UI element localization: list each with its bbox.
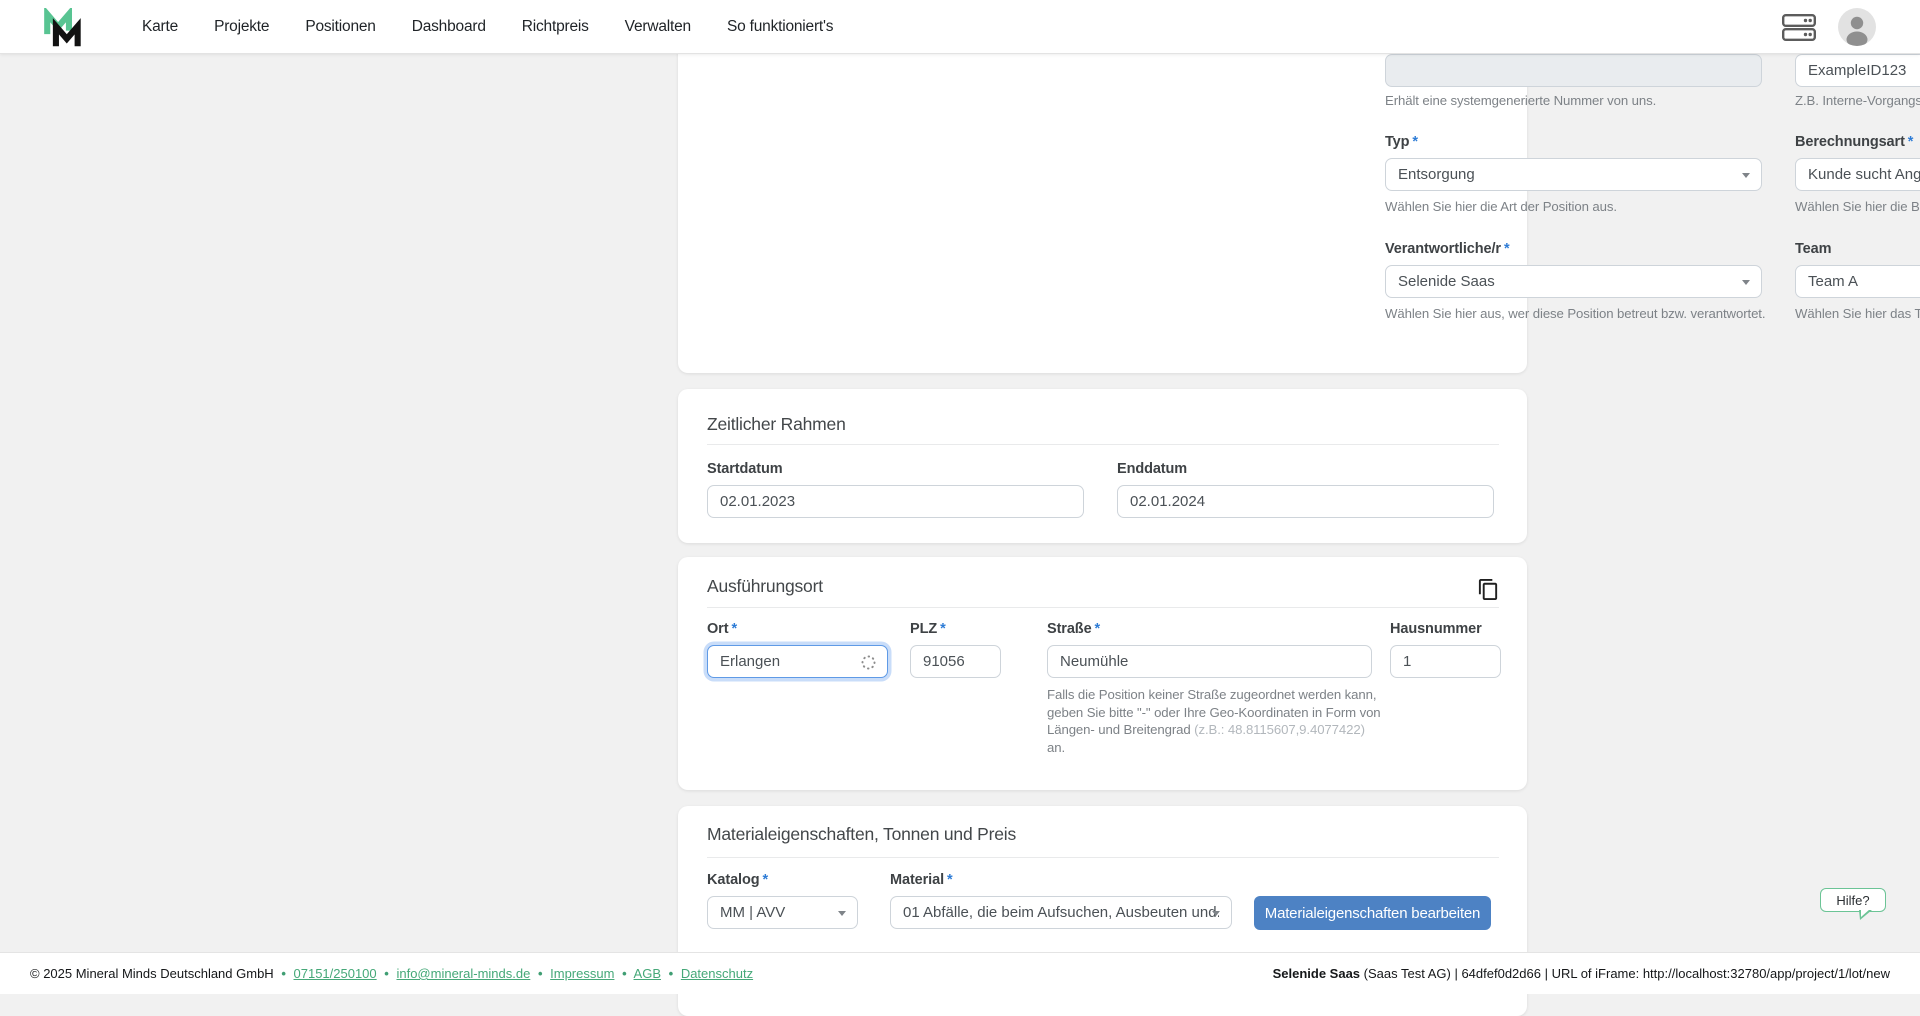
strasse-input[interactable] (1047, 645, 1372, 678)
katalog-label: Katalog * (707, 872, 769, 888)
user-avatar[interactable] (1838, 8, 1876, 46)
startdatum-input[interactable] (707, 485, 1084, 518)
ort-field-wrapper: Erlangen (707, 645, 888, 678)
top-navigation-bar: Karte Projekte Positionen Dashboard Rich… (0, 0, 1920, 54)
required-asterisk: * (940, 621, 946, 637)
team-helper: Wählen Sie hier das Team aus, welches di… (1795, 306, 1920, 321)
nav-item-positionen[interactable]: Positionen (305, 18, 376, 36)
nav-item-so-funktionierts[interactable]: So funktioniert's (727, 18, 834, 36)
ausfuehrungsort-title: Ausführungsort (707, 576, 823, 596)
footer-link-datenschutz[interactable]: Datenschutz (681, 966, 753, 981)
typ-helper: Wählen Sie hier die Art der Position aus… (1385, 199, 1617, 214)
hilfe-label: Hilfe? (1836, 892, 1870, 908)
divider (707, 444, 1499, 445)
required-asterisk: * (947, 872, 953, 888)
ort-input[interactable]: Erlangen (707, 645, 888, 678)
team-select[interactable]: Team A (1795, 265, 1920, 298)
hausnummer-input[interactable] (1390, 645, 1501, 678)
berechnungsart-label: Berechnungsart * (1795, 134, 1914, 150)
footer-session-details: (Saas Test AG) | 64dfef0d2d66 | URL of i… (1360, 966, 1890, 981)
plz-label: PLZ * (910, 621, 946, 637)
chevron-down-icon (838, 911, 846, 916)
strasse-helper: Falls die Position keiner Straße zugeord… (1047, 687, 1381, 755)
required-asterisk: * (1094, 621, 1101, 637)
required-asterisk: * (1907, 134, 1914, 150)
nav-right-icons (1782, 0, 1876, 54)
material-section-title: Materialeigenschaften, Tonnen und Preis (707, 824, 1017, 844)
startdatum-label: Startdatum (707, 461, 783, 477)
verantwortliche-label: Verantwortliche/r * (1385, 241, 1510, 257)
required-asterisk: * (762, 872, 769, 888)
chevron-down-icon (1212, 911, 1220, 916)
divider (707, 607, 1499, 608)
plz-input[interactable] (910, 645, 1001, 678)
material-label: Material * (890, 872, 953, 888)
footer-link-phone[interactable]: 07151/250100 (294, 966, 377, 981)
enddatum-input[interactable] (1117, 485, 1494, 518)
footer-session-info: Selenide Saas (Saas Test AG) | 64dfef0d2… (1273, 966, 1890, 981)
positionsbezeichnung-input[interactable] (1795, 54, 1920, 87)
nav-menu: Karte Projekte Positionen Dashboard Rich… (142, 0, 834, 54)
verantwortliche-select[interactable]: Selenide Saas (1385, 265, 1762, 298)
material-select[interactable]: 01 Abfälle, die beim Aufsuchen, Ausbeute… (890, 896, 1232, 929)
footer-user-name: Selenide Saas (1272, 966, 1361, 981)
footer-link-impressum[interactable]: Impressum (550, 966, 614, 981)
berechnungsart-helper: Wählen Sie hier die Berechnungsart aus. (1795, 199, 1920, 214)
materialeigenschaften-bearbeiten-button[interactable]: Materialeigenschaften bearbeiten (1254, 896, 1491, 930)
typ-select[interactable]: Entsorgung (1385, 158, 1762, 191)
footer: © 2025 Mineral Minds Deutschland GmbH • … (0, 952, 1920, 994)
nav-item-richtpreis[interactable]: Richtpreis (522, 18, 589, 36)
mineral-minds-logo-icon[interactable] (42, 5, 82, 48)
loading-spinner-icon (860, 654, 877, 675)
footer-left: © 2025 Mineral Minds Deutschland GmbH • … (30, 966, 754, 981)
required-asterisk: * (1412, 134, 1418, 150)
berechnungsart-select[interactable]: Kunde sucht Angebot (Angebotsanfrage) (1795, 158, 1920, 191)
unsere-positionsnummer-input (1385, 54, 1762, 87)
hausnummer-label: Hausnummer (1390, 621, 1482, 637)
positionsbezeichnung-helper: Z.B. Interne-Vorgangsnummer, LV-Position… (1795, 93, 1920, 108)
strasse-label: Straße * (1047, 621, 1101, 637)
nav-item-dashboard[interactable]: Dashboard (412, 18, 486, 36)
footer-link-email[interactable]: info@mineral-minds.de (396, 966, 530, 981)
divider (707, 857, 1499, 858)
nav-item-karte[interactable]: Karte (142, 18, 178, 36)
nav-item-verwalten[interactable]: Verwalten (625, 18, 691, 36)
required-asterisk: * (731, 621, 737, 637)
hilfe-bubble[interactable]: Hilfe? (1820, 888, 1886, 920)
ort-label: Ort * (707, 621, 737, 637)
page: Unsere Positionsnummer Erhält eine syste… (0, 0, 1920, 1016)
verantwortliche-helper: Wählen Sie hier aus, wer diese Position … (1385, 306, 1766, 321)
zeitlicher-rahmen-title: Zeitlicher Rahmen (707, 414, 846, 434)
katalog-select[interactable]: MM | AVV (707, 896, 858, 929)
card-zeitlicher-rahmen (678, 389, 1527, 543)
footer-link-agb[interactable]: AGB (634, 966, 661, 981)
server-storage-icon[interactable] (1782, 13, 1816, 41)
chevron-down-icon (1742, 173, 1750, 178)
typ-label: Typ * (1385, 134, 1418, 150)
required-asterisk: * (1503, 241, 1510, 257)
nav-item-projekte[interactable]: Projekte (214, 18, 269, 36)
enddatum-label: Enddatum (1117, 461, 1188, 477)
copy-icon[interactable] (1477, 578, 1501, 602)
card-position-basisdaten: Unsere Positionsnummer Erhält eine syste… (678, 0, 1920, 373)
unsere-positionsnummer-helper: Erhält eine systemgenerierte Nummer von … (1385, 93, 1657, 108)
team-label: Team (1795, 241, 1832, 257)
footer-copyright: © 2025 Mineral Minds Deutschland GmbH (30, 966, 274, 981)
chevron-down-icon (1742, 280, 1750, 285)
